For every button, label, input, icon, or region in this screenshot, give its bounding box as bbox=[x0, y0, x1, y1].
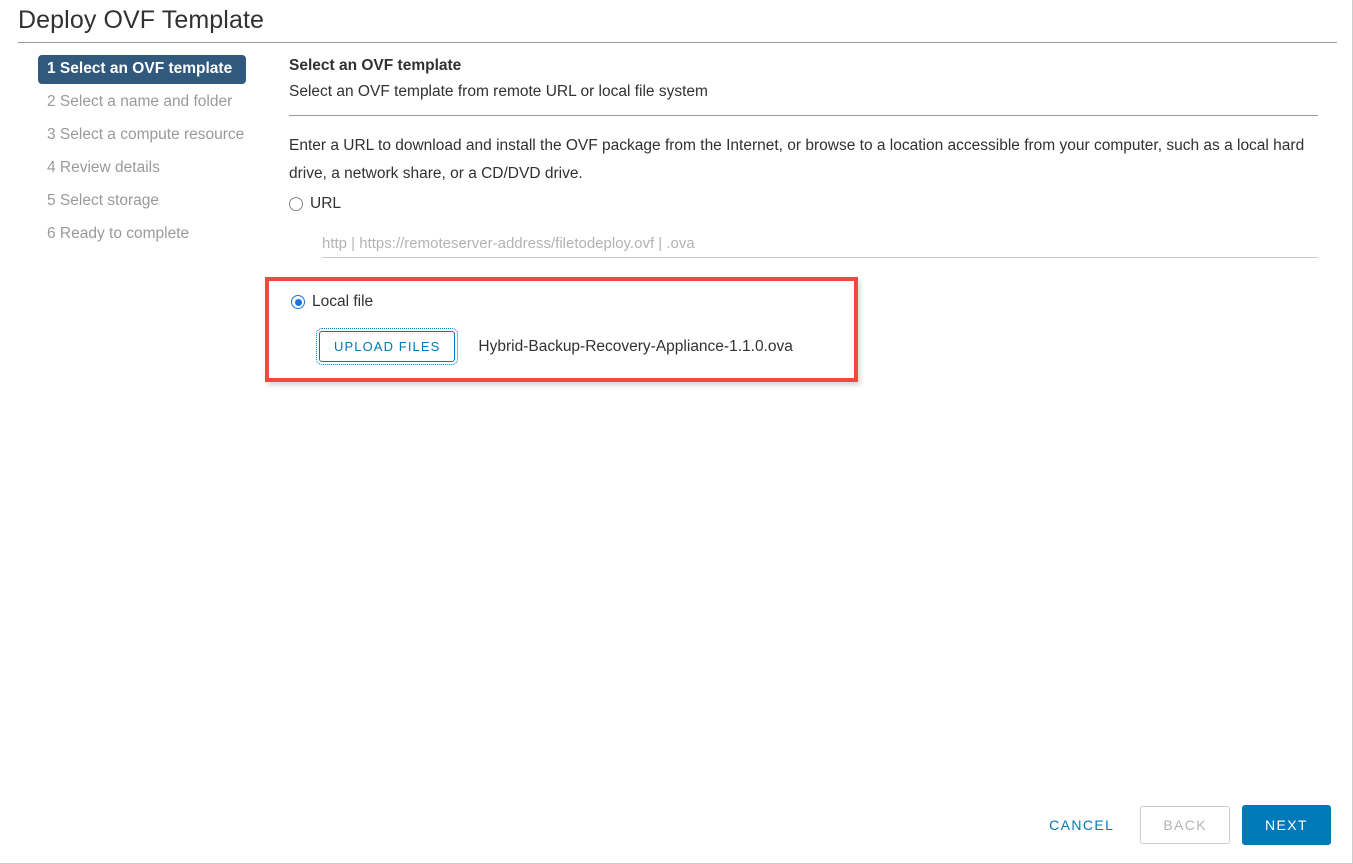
sidebar-item-ready-to-complete[interactable]: 6 Ready to complete bbox=[38, 220, 268, 249]
wizard-main-panel: Select an OVF template Select an OVF tem… bbox=[289, 55, 1319, 214]
url-input-wrapper bbox=[322, 235, 1318, 258]
local-file-radio-button[interactable] bbox=[291, 295, 305, 309]
back-button: BACK bbox=[1140, 806, 1231, 844]
url-source-option[interactable]: URL bbox=[289, 194, 1319, 214]
next-button[interactable]: NEXT bbox=[1242, 805, 1331, 845]
url-radio-label: URL bbox=[310, 195, 342, 212]
local-file-radio-label: Local file bbox=[312, 293, 374, 310]
wizard-step-list: 1 Select an OVF template 2 Select a name… bbox=[38, 55, 268, 253]
selected-file-name: Hybrid-Backup-Recovery-Appliance-1.1.0.o… bbox=[478, 337, 793, 355]
upload-row: UPLOAD FILES Hybrid-Backup-Recovery-Appl… bbox=[315, 328, 793, 365]
sidebar-item-select-compute-resource[interactable]: 3 Select a compute resource bbox=[38, 121, 268, 150]
panel-description: Enter a URL to download and install the … bbox=[289, 137, 1305, 182]
panel-title: Select an OVF template bbox=[289, 57, 462, 74]
url-input[interactable] bbox=[322, 235, 1318, 258]
deploy-ovf-template-dialog: Deploy OVF Template 1 Select an OVF temp… bbox=[0, 0, 1353, 864]
title-divider bbox=[18, 42, 1337, 43]
sidebar-item-select-name-and-folder[interactable]: 2 Select a name and folder bbox=[38, 88, 268, 117]
url-radio-button[interactable] bbox=[289, 197, 303, 211]
sidebar-item-select-ovf-template[interactable]: 1 Select an OVF template bbox=[38, 55, 247, 84]
panel-divider bbox=[289, 115, 1318, 116]
local-file-section-highlight: Local file UPLOAD FILES Hybrid-Backup-Re… bbox=[265, 277, 858, 382]
upload-files-button[interactable]: UPLOAD FILES bbox=[315, 328, 459, 365]
dialog-title-bar: Deploy OVF Template bbox=[0, 0, 1352, 43]
sidebar-item-select-storage[interactable]: 5 Select storage bbox=[38, 187, 268, 216]
panel-subtitle: Select an OVF template from remote URL o… bbox=[289, 83, 708, 100]
page-title: Deploy OVF Template bbox=[18, 6, 264, 34]
cancel-button[interactable]: CANCEL bbox=[1035, 807, 1128, 843]
sidebar-item-review-details[interactable]: 4 Review details bbox=[38, 154, 268, 183]
dialog-footer: CANCEL BACK NEXT bbox=[1035, 805, 1331, 845]
local-file-source-option[interactable]: Local file bbox=[291, 292, 373, 312]
